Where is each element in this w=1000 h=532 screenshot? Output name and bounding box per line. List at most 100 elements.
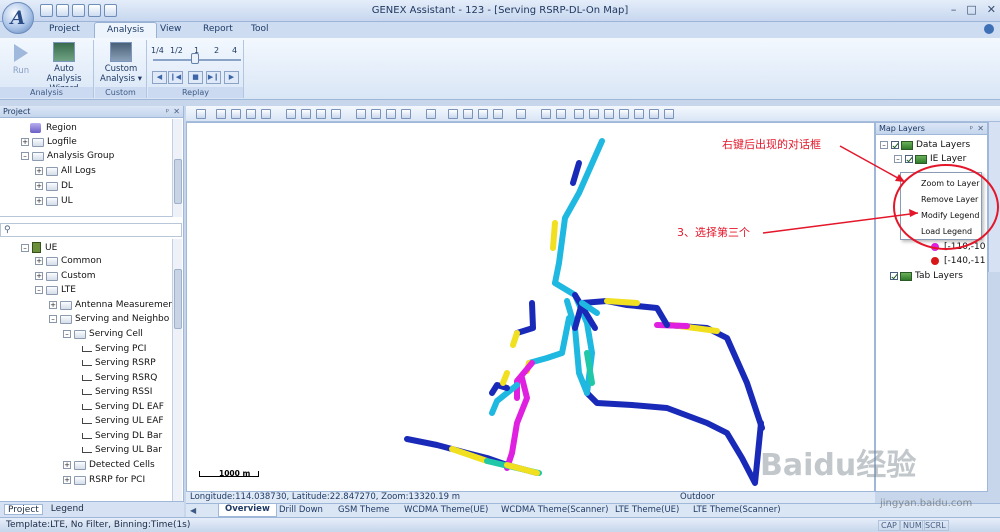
tree-item-serving-neighbor[interactable]: – Serving and Neighbo [49, 314, 169, 324]
copy-map-icon[interactable] [261, 109, 271, 119]
app-logo[interactable]: A [2, 2, 34, 34]
expand-icon[interactable]: + [35, 257, 43, 265]
select-box-icon[interactable] [371, 109, 381, 119]
step-forward-icon[interactable]: ▶❙ [206, 71, 221, 84]
speed-quarter[interactable]: 1/4 [151, 46, 164, 55]
menu-zoom-to-layer[interactable]: Zoom to Layer [921, 179, 979, 188]
tree-item-serving-ul-band[interactable]: Serving UL Bar [82, 445, 162, 455]
cell-icon[interactable] [619, 109, 629, 119]
play-forward-icon[interactable]: ▶ [224, 71, 239, 84]
layer-data-layers[interactable]: – Data Layers [880, 140, 970, 150]
tree-bottom-scrollbar[interactable] [172, 239, 182, 501]
export-map-icon[interactable] [246, 109, 256, 119]
tree-item-serving-cell[interactable]: – Serving Cell [63, 329, 143, 339]
close-panel-icon[interactable]: ✕ [173, 107, 180, 116]
speed-half[interactable]: 1/2 [170, 46, 183, 55]
scroll-thumb[interactable] [174, 269, 182, 329]
expand-icon[interactable]: + [49, 301, 57, 309]
tab-drill-down[interactable]: Drill Down [279, 505, 323, 515]
tree-item-lte[interactable]: – LTE [35, 285, 76, 295]
select-circle-icon[interactable] [386, 109, 396, 119]
hash-grid-icon[interactable] [574, 109, 584, 119]
layer-add-icon[interactable] [463, 109, 473, 119]
pin-icon[interactable]: ᵖ [970, 124, 973, 133]
tab-gsm-theme[interactable]: GSM Theme [338, 505, 389, 515]
pan-hand-icon[interactable] [316, 109, 326, 119]
step-back-icon[interactable]: ❙◀ [168, 71, 183, 84]
speed-4x[interactable]: 4 [232, 46, 237, 55]
tab-view[interactable]: View [160, 24, 181, 34]
expand-icon[interactable]: + [35, 182, 43, 190]
collapse-icon[interactable]: – [49, 315, 57, 323]
map-view[interactable]: 1000 m [186, 122, 875, 492]
collapse-icon[interactable]: – [880, 141, 888, 149]
tree-item-ul[interactable]: + UL [35, 196, 73, 206]
globe-icon[interactable] [541, 109, 551, 119]
layer-tab-layers[interactable]: Tab Layers [890, 271, 963, 281]
expand-icon[interactable]: + [63, 461, 71, 469]
tree-item-serving-pci[interactable]: Serving PCI [82, 344, 146, 354]
tab-lte-theme-scanner[interactable]: LTE Theme(Scanner) [693, 505, 781, 515]
close-panel-icon[interactable]: ✕ [977, 124, 984, 133]
layer-stack-icon[interactable] [448, 109, 458, 119]
tree-item-serving-rssi[interactable]: Serving RSSI [82, 387, 152, 397]
expand-icon[interactable]: + [63, 476, 71, 484]
tab-project[interactable]: Project [49, 24, 80, 34]
layer-remove-icon[interactable] [478, 109, 488, 119]
layer-checkbox[interactable] [890, 272, 898, 280]
expand-icon[interactable]: + [21, 138, 29, 146]
tree-search-input[interactable]: ⚲ [0, 223, 182, 237]
tree-item-serving-dl-earfcn[interactable]: Serving DL EAF [82, 402, 164, 412]
side-dock-strip[interactable] [988, 122, 1000, 272]
expand-icon[interactable]: + [35, 197, 43, 205]
collapse-icon[interactable]: – [35, 286, 43, 294]
tab-overview[interactable]: Overview [218, 504, 277, 517]
tree-item-antenna[interactable]: + Antenna Measuremer [49, 300, 172, 310]
layer-checkbox[interactable] [905, 155, 913, 163]
network-icon[interactable] [589, 109, 599, 119]
maximize-icon[interactable]: □ [966, 3, 976, 16]
stop-icon[interactable]: ■ [188, 71, 203, 84]
tab-project-panel[interactable]: Project [4, 504, 43, 515]
custom-analysis-button[interactable]: Custom Analysis ▾ [97, 42, 145, 84]
tab-wcdma-theme-ue[interactable]: WCDMA Theme(UE) [404, 505, 488, 515]
tree-item-ue[interactable]: – UE [21, 242, 57, 253]
grid-icon[interactable] [216, 109, 226, 119]
layer-props-icon[interactable] [493, 109, 503, 119]
menu-load-legend[interactable]: Load Legend [921, 227, 972, 236]
replay-speed-thumb[interactable] [191, 53, 199, 64]
measure-icon[interactable] [426, 109, 436, 119]
table-icon[interactable] [231, 109, 241, 119]
site-icon[interactable] [604, 109, 614, 119]
scroll-thumb[interactable] [174, 159, 182, 204]
tab-lte-theme-ue[interactable]: LTE Theme(UE) [615, 505, 679, 515]
find-icon[interactable] [516, 109, 526, 119]
tree-item-region[interactable]: Region [30, 123, 77, 133]
zoom-in-icon[interactable] [286, 109, 296, 119]
tree-item-rsrp-for-pci[interactable]: + RSRP for PCI [63, 475, 145, 485]
tree-item-common[interactable]: + Common [35, 256, 102, 266]
menu-modify-legend[interactable]: Modify Legend [921, 211, 979, 220]
map-grid-icon[interactable] [556, 109, 566, 119]
expand-icon[interactable]: + [35, 167, 43, 175]
tab-scroll-left-icon[interactable]: ◀ [190, 506, 196, 515]
select-arrow-icon[interactable] [196, 109, 206, 119]
menu-remove-layer[interactable]: Remove Layer [921, 195, 978, 204]
pointer-icon[interactable] [356, 109, 366, 119]
tab-analysis[interactable]: Analysis [94, 22, 158, 38]
tab-tool[interactable]: Tool [251, 24, 268, 34]
tree-top-scrollbar[interactable] [172, 119, 182, 217]
link-icon[interactable] [634, 109, 644, 119]
tree-item-logfile[interactable]: + Logfile [21, 137, 77, 147]
tree-item-all-logs[interactable]: + All Logs [35, 166, 96, 176]
tree-item-detected-cells[interactable]: + Detected Cells [63, 460, 155, 470]
tree-item-dl[interactable]: + DL [35, 181, 73, 191]
tab-report[interactable]: Report [203, 24, 233, 34]
zoom-out-icon[interactable] [301, 109, 311, 119]
tree-item-serving-rsrq[interactable]: Serving RSRQ [82, 373, 157, 383]
select-polygon-icon[interactable] [401, 109, 411, 119]
collapse-icon[interactable]: – [894, 155, 902, 163]
rewind-icon[interactable]: ◀ [152, 71, 167, 84]
help-icon[interactable] [984, 24, 994, 34]
expand-icon[interactable]: + [35, 272, 43, 280]
